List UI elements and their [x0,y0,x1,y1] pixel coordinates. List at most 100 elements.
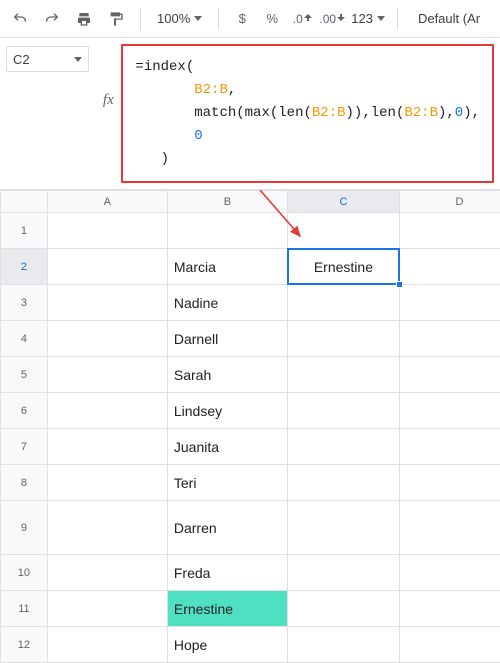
cell-D6[interactable] [399,393,500,429]
separator [218,8,219,30]
cell-B12[interactable]: Hope [167,627,287,663]
cell-A4[interactable] [47,321,167,357]
cell-B9[interactable]: Darren [167,501,287,555]
cell-B6[interactable]: Lindsey [167,393,287,429]
print-button[interactable] [70,5,98,33]
cell-A1[interactable] [47,213,167,249]
cell-A9[interactable] [47,501,167,555]
row-header[interactable]: 10 [1,555,48,591]
cell-D3[interactable] [399,285,500,321]
table-row: 11 Ernestine [1,591,500,627]
zoom-select[interactable]: 100% [151,11,208,26]
row-header[interactable]: 3 [1,285,48,321]
paint-format-icon [108,11,124,27]
cell-A11[interactable] [47,591,167,627]
format-percent-button[interactable]: % [259,11,285,26]
cell-B5[interactable]: Sarah [167,357,287,393]
row-header[interactable]: 1 [1,213,48,249]
cell-A8[interactable] [47,465,167,501]
toolbar: 100% $ % .0 .00 123 Default (Ar [0,0,500,38]
select-all-corner[interactable] [1,191,48,213]
cell-B1[interactable] [167,213,287,249]
cell-D2[interactable] [399,249,500,285]
separator [397,8,398,30]
cell-C2[interactable]: Ernestine [287,249,399,285]
col-header-D[interactable]: D [399,191,500,213]
decrease-decimal-button[interactable]: .0 [289,12,315,26]
increase-decimal-button[interactable]: .00 [319,12,345,26]
cell-B3[interactable]: Nadine [167,285,287,321]
name-box[interactable]: C2 [6,46,89,72]
table-row: 12 Hope [1,627,500,663]
name-box-value: C2 [13,52,30,67]
cell-C6[interactable] [287,393,399,429]
cell-B10[interactable]: Freda [167,555,287,591]
paint-format-button[interactable] [102,5,130,33]
cell-B8[interactable]: Teri [167,465,287,501]
row-header[interactable]: 7 [1,429,48,465]
row-header[interactable]: 9 [1,501,48,555]
cell-A2[interactable] [47,249,167,285]
cell-C8[interactable] [287,465,399,501]
format-currency-button[interactable]: $ [229,11,255,26]
chevron-down-icon [194,16,202,21]
cell-A10[interactable] [47,555,167,591]
formula-input[interactable]: =index( B2:B, match(max(len(B2:B)),len(B… [121,44,494,183]
col-header-A[interactable]: A [47,191,167,213]
cell-D9[interactable] [399,501,500,555]
cell-C9[interactable] [287,501,399,555]
row-header[interactable]: 2 [1,249,48,285]
cell-D5[interactable] [399,357,500,393]
undo-icon [12,11,28,27]
row-header[interactable]: 12 [1,627,48,663]
cell-D1[interactable] [399,213,500,249]
zoom-value: 100% [157,11,190,26]
cell-C11[interactable] [287,591,399,627]
cell-B4[interactable]: Darnell [167,321,287,357]
table-row: 8 Teri [1,465,500,501]
row-header[interactable]: 8 [1,465,48,501]
grid[interactable]: A B C D 12MarciaErnestine3Nadine4Darnell… [0,190,500,663]
cell-D10[interactable] [399,555,500,591]
spreadsheet-table: A B C D 12MarciaErnestine3Nadine4Darnell… [0,190,500,663]
cell-C12[interactable] [287,627,399,663]
cell-C4[interactable] [287,321,399,357]
table-row: 3 Nadine [1,285,500,321]
col-header-B[interactable]: B [167,191,287,213]
cell-D11[interactable] [399,591,500,627]
fx-label: fx [95,38,121,109]
cell-B7[interactable]: Juanita [167,429,287,465]
cell-D7[interactable] [399,429,500,465]
cell-D12[interactable] [399,627,500,663]
cell-D4[interactable] [399,321,500,357]
cell-A12[interactable] [47,627,167,663]
row-header[interactable]: 4 [1,321,48,357]
table-row: 10 Freda [1,555,500,591]
cell-A5[interactable] [47,357,167,393]
redo-button[interactable] [38,5,66,33]
cell-C10[interactable] [287,555,399,591]
cell-C7[interactable] [287,429,399,465]
cell-D8[interactable] [399,465,500,501]
row-header[interactable]: 6 [1,393,48,429]
cell-C5[interactable] [287,357,399,393]
column-header-row: A B C D [1,191,500,213]
undo-button[interactable] [6,5,34,33]
cell-A7[interactable] [47,429,167,465]
table-row: 4 Darnell [1,321,500,357]
cell-C3[interactable] [287,285,399,321]
table-row: 1 [1,213,500,249]
cell-A3[interactable] [47,285,167,321]
cell-B11[interactable]: Ernestine [167,591,287,627]
separator [140,8,141,30]
col-header-C[interactable]: C [287,191,399,213]
redo-icon [44,11,60,27]
formula-bar-row: C2 fx =index( B2:B, match(max(len(B2:B))… [0,38,500,190]
row-header[interactable]: 5 [1,357,48,393]
cell-A6[interactable] [47,393,167,429]
cell-B2[interactable]: Marcia [167,249,287,285]
more-formats-button[interactable]: 123 [349,11,387,26]
cell-C1[interactable] [287,213,399,249]
row-header[interactable]: 11 [1,591,48,627]
font-select[interactable]: Default (Ar [408,11,480,26]
